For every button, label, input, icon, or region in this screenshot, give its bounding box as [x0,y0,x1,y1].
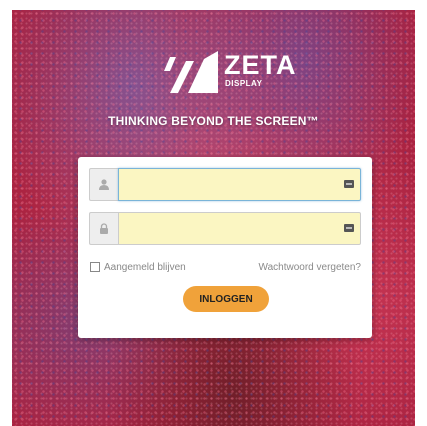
login-button[interactable]: INLOGGEN [183,286,269,312]
password-input-wrapper [118,212,361,245]
options-row: Aangemeld blijven Wachtwoord vergeten? [90,260,361,274]
login-card: Aangemeld blijven Wachtwoord vergeten? I… [78,157,372,338]
logo-word: ZETA [224,50,297,80]
username-input[interactable] [119,169,360,200]
remember-me[interactable]: Aangemeld blijven [90,262,186,273]
logo-subtitle: DISPLAY [225,79,263,88]
forgot-password-link[interactable]: Wachtwoord vergeten? [259,262,361,273]
brand-logo: ZETA DISPLAY [164,51,297,93]
password-input[interactable] [119,213,360,244]
username-input-wrapper [118,168,361,201]
zeta-mark-icon [164,51,218,93]
password-field [89,212,361,245]
lock-icon [89,212,118,245]
remember-checkbox[interactable] [90,262,100,272]
tagline: THINKING BEYOND THE SCREEN™ [108,114,319,128]
user-icon [89,168,118,201]
autofill-key-icon[interactable] [344,224,354,232]
username-field [89,168,361,201]
remember-label: Aangemeld blijven [104,261,186,273]
autofill-key-icon[interactable] [344,180,354,188]
logo-text: ZETA DISPLAY [224,51,297,88]
